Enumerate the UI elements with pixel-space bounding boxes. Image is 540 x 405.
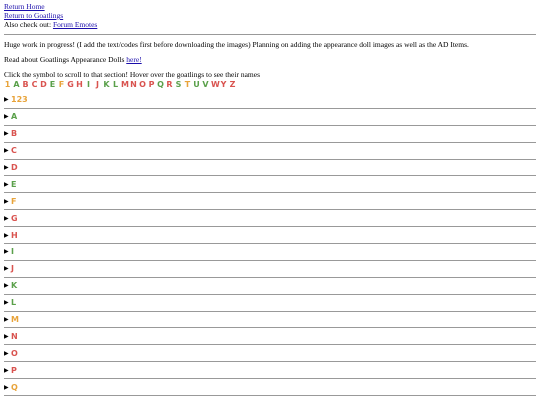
section-heading: H (11, 230, 18, 240)
triangle-right-icon[interactable]: ▶ (4, 181, 11, 188)
letter-nav-a-icon[interactable]: A (13, 80, 20, 89)
triangle-right-icon[interactable]: ▶ (4, 265, 11, 272)
divider (4, 34, 536, 35)
triangle-right-icon[interactable]: ▶ (4, 232, 11, 239)
instructions: Click the symbol to scroll to that secti… (4, 70, 260, 79)
section-n[interactable]: ▶ N (4, 328, 536, 346)
section-heading: A (11, 112, 18, 122)
letter-nav-v-icon[interactable]: V (202, 80, 209, 89)
letter-nav-k-icon[interactable]: K (103, 80, 110, 89)
letter-nav-z-icon[interactable]: Z (229, 80, 236, 89)
forum-emotes-link[interactable]: Forum Emotes (53, 20, 97, 29)
section-d[interactable]: ▶ D (4, 160, 536, 177)
section-o[interactable]: ▶ O (4, 345, 536, 363)
triangle-right-icon[interactable]: ▶ (4, 215, 11, 222)
section-heading: O (11, 348, 18, 358)
letter-nav-e-icon[interactable]: E (49, 80, 56, 89)
triangle-right-icon[interactable]: ▶ (4, 282, 11, 289)
section-l[interactable]: ▶ L (4, 295, 536, 312)
letter-nav-l-icon[interactable]: L (112, 80, 119, 89)
section-heading: C (11, 146, 17, 156)
section-heading: L (11, 298, 17, 308)
top-nav: Return Home Return to Goatlings (4, 2, 536, 20)
triangle-right-icon[interactable]: ▶ (4, 333, 11, 340)
section-g[interactable]: ▶ G (4, 210, 536, 228)
section-123[interactable]: ▶ 123 (4, 92, 536, 109)
letter-nav-g-icon[interactable]: G (67, 80, 74, 89)
section-heading: K (11, 281, 18, 291)
section-f[interactable]: ▶ F (4, 193, 536, 211)
section-m[interactable]: ▶ M (4, 312, 536, 329)
letter-nav-i-icon[interactable]: I (85, 80, 92, 89)
section-heading: M (11, 315, 19, 325)
letter-nav-1-icon[interactable]: 1 (4, 80, 11, 89)
section-heading: Q (11, 382, 18, 392)
page: Return Home Return to Goatlings Also che… (0, 0, 540, 397)
section-heading: F (11, 196, 17, 206)
section-heading: D (11, 163, 18, 172)
section-h[interactable]: ▶ H (4, 227, 536, 245)
return-goatlings-link[interactable]: Return to Goatlings (4, 11, 536, 20)
section-e[interactable]: ▶ E (4, 176, 536, 194)
section-heading: P (11, 365, 17, 375)
letter-nav-y-icon[interactable]: Y (220, 80, 227, 89)
letter-nav-t-icon[interactable]: T (184, 80, 191, 89)
letter-nav-p-icon[interactable]: P (148, 80, 155, 89)
letter-nav-s-icon[interactable]: S (175, 80, 182, 89)
also-prefix: Also check out: (4, 20, 53, 29)
triangle-right-icon[interactable]: ▶ (4, 384, 11, 391)
triangle-right-icon[interactable]: ▶ (4, 113, 11, 120)
section-heading: E (11, 179, 17, 189)
section-heading: J (11, 264, 14, 274)
section-a[interactable]: ▶ A (4, 109, 536, 126)
letter-nav-w-icon[interactable]: W (211, 80, 220, 89)
return-home-link[interactable]: Return Home (4, 2, 536, 11)
triangle-right-icon[interactable]: ▶ (4, 96, 11, 103)
letter-nav-r-icon[interactable]: R (166, 80, 173, 89)
section-heading: I (11, 247, 14, 257)
also-check-out: Also check out: Forum Emotes (4, 20, 536, 29)
triangle-right-icon[interactable]: ▶ (4, 350, 11, 357)
triangle-right-icon[interactable]: ▶ (4, 130, 11, 137)
section-heading: N (11, 331, 18, 341)
triangle-right-icon[interactable]: ▶ (4, 248, 11, 255)
section-c[interactable]: ▶ C (4, 143, 536, 160)
triangle-right-icon[interactable]: ▶ (4, 198, 11, 205)
triangle-right-icon[interactable]: ▶ (4, 299, 11, 306)
section-b[interactable]: ▶ B (4, 126, 536, 143)
triangle-right-icon[interactable]: ▶ (4, 147, 11, 154)
section-heading: 123 (11, 95, 28, 105)
letter-nav-n-icon[interactable]: N (130, 80, 137, 89)
section-p[interactable]: ▶ P (4, 362, 536, 380)
letter-nav-m-icon[interactable]: M (121, 80, 129, 89)
letter-nav-h-icon[interactable]: H (76, 80, 83, 89)
section-i[interactable]: ▶ I (4, 244, 536, 261)
section-list: ▶ 123 ▶ A ▶ B ▶ C ▶ D ▶ E ▶ F ▶ G ▶ H ▶ I ▶ J ▶ K ▶ L ▶ M ▶ N ▶ O ▶ P ▶ Q (4, 92, 536, 397)
letter-nav: 1ABCDEFGHIJKLMNOPQRSTUVWYZ (4, 79, 536, 89)
section-heading: B (11, 129, 18, 139)
progress-notice: Huge work in progress! (I add the text/c… (4, 40, 469, 49)
triangle-right-icon[interactable]: ▶ (4, 316, 11, 323)
letter-nav-j-icon[interactable]: J (94, 80, 101, 89)
section-heading: G (11, 213, 18, 223)
section-j[interactable]: ▶ J (4, 261, 536, 278)
letter-nav-o-icon[interactable]: O (139, 80, 146, 89)
letter-nav-u-icon[interactable]: U (193, 80, 200, 89)
triangle-right-icon[interactable]: ▶ (4, 367, 11, 374)
here-link[interactable]: here! (126, 55, 141, 64)
triangle-right-icon[interactable]: ▶ (4, 164, 11, 171)
letter-nav-d-icon[interactable]: D (40, 80, 47, 89)
read-about-line: Read about Goatlings Appearance Dolls he… (4, 55, 536, 64)
letter-nav-b-icon[interactable]: B (22, 80, 29, 89)
letter-nav-c-icon[interactable]: C (31, 80, 38, 89)
section-k[interactable]: ▶ K (4, 278, 536, 295)
letter-nav-f-icon[interactable]: F (58, 80, 65, 89)
read-about-text: Read about Goatlings Appearance Dolls (4, 55, 127, 64)
letter-nav-q-icon[interactable]: Q (157, 80, 164, 89)
section-q[interactable]: ▶ Q (4, 379, 536, 397)
